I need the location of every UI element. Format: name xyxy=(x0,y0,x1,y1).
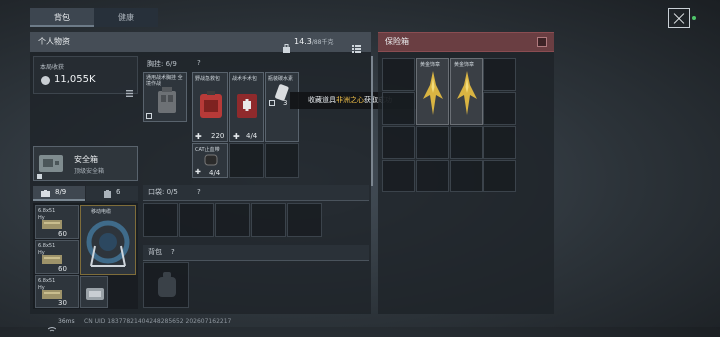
item-label: 移动电缆 xyxy=(91,209,112,215)
chest-rig-label: 胸挂: 6/9 xyxy=(147,60,177,68)
weight-cap: /88千克 xyxy=(311,39,334,46)
safe-box-item[interactable]: 安全箱 顶级安全箱 xyxy=(33,146,138,181)
ammo-item[interactable]: 6.8x51 Hy 30 xyxy=(35,275,79,308)
gold-badge-icon xyxy=(457,71,477,115)
backpack-icon xyxy=(158,272,176,297)
pouch-slot[interactable] xyxy=(179,203,214,237)
safe-slot[interactable] xyxy=(416,160,449,192)
cable-reel-item[interactable]: 移动电缆 xyxy=(80,205,136,275)
uid-text: CN UID 18377821404248285652 202607162217 xyxy=(84,318,232,325)
lock-icon xyxy=(37,174,42,179)
weight-icon xyxy=(282,38,291,53)
safe-slot[interactable] xyxy=(450,160,483,192)
item-qty: 220 xyxy=(211,132,225,140)
plus-icon: ✚ xyxy=(195,168,201,176)
item-label: 瓶装碳水素 xyxy=(268,76,294,82)
chest-slot[interactable] xyxy=(229,143,264,178)
safe-box-label: 安全箱 xyxy=(74,155,98,164)
safe-panel-title: 保险箱 xyxy=(385,37,409,46)
ammo-qty: 60 xyxy=(58,230,67,238)
ammo-item[interactable]: 6.8x51 Hy 60 xyxy=(35,205,79,239)
tab-health[interactable]: 健康 xyxy=(94,8,158,27)
container-icon xyxy=(104,190,111,198)
gold-badge-icon xyxy=(423,71,443,115)
safe-panel-lock-icon[interactable] xyxy=(537,37,547,47)
personal-items-title: 个人物资 xyxy=(38,37,70,46)
item-qty: 4/4 xyxy=(246,132,258,140)
backpack-slot[interactable] xyxy=(143,262,189,308)
safe-slot[interactable] xyxy=(483,92,516,125)
safe-slot[interactable] xyxy=(483,160,516,192)
pouch-slot[interactable] xyxy=(251,203,286,237)
tourniquet-item[interactable]: CAT止血带 ✚ 4/4 xyxy=(192,143,228,178)
scrollbar[interactable] xyxy=(371,56,373,186)
toast-prefix: 收藏道具 xyxy=(308,96,336,104)
round-income-value: 11,055K xyxy=(54,74,96,85)
ammo-qty: 30 xyxy=(58,299,67,307)
bottom-tab-other[interactable]: 6 xyxy=(86,186,138,201)
pouch-header: 口袋: 0/5 ? xyxy=(143,185,369,201)
item-label: 黄金饰章 xyxy=(420,62,441,68)
ammo-name: 6.8x51 xyxy=(38,278,56,284)
close-button[interactable] xyxy=(668,8,690,28)
safe-slot[interactable] xyxy=(450,126,483,159)
ammo-item[interactable]: 6.8x51 Hy 60 xyxy=(35,240,79,274)
chest-slot[interactable] xyxy=(265,143,299,178)
pouch-slot[interactable] xyxy=(287,203,322,237)
chest-rig-item[interactable]: 通用战术胸挂 全境作战 xyxy=(143,72,187,122)
pouch-label: 口袋: 0/5 xyxy=(148,188,178,196)
bottom-tab-cases[interactable]: 8/9 xyxy=(33,186,85,201)
coin-icon xyxy=(41,76,50,85)
item-label: CAT止血带 xyxy=(195,147,220,153)
gold-badge-item[interactable]: 黄金饰章 xyxy=(450,58,483,125)
safe-slot[interactable] xyxy=(382,160,415,192)
plus-icon: ✚ xyxy=(233,132,240,141)
item-tag-icon xyxy=(269,100,275,106)
safe-slot[interactable] xyxy=(416,126,449,159)
item-label: 通用战术胸挂 全境作战 xyxy=(146,75,183,87)
tab-backpack[interactable]: 背包 xyxy=(30,8,94,27)
round-income-label: 本局收获 xyxy=(40,64,65,71)
safe-slot[interactable] xyxy=(382,58,415,91)
bottom-tab-cases-label: 8/9 xyxy=(55,188,67,196)
item-label: 黄金饰章 xyxy=(454,62,475,68)
bottom-tab-other-label: 6 xyxy=(116,188,121,196)
first-aid-item[interactable]: 野战急救包 ✚ 220 xyxy=(192,72,228,142)
pouch-help[interactable]: ? xyxy=(197,185,201,200)
surgery-kit-item[interactable]: 战术手术包 ✚ 4/4 xyxy=(229,72,264,142)
gold-badge-item[interactable]: 黄金饰章 xyxy=(416,58,449,125)
weight-readout: 14.3/88千克 xyxy=(294,37,333,46)
safe-box-sub: 顶级安全箱 xyxy=(74,168,105,175)
safe-slot[interactable] xyxy=(382,126,415,159)
item-tag-icon xyxy=(146,113,152,119)
backpack-label: 背包 xyxy=(148,248,162,256)
item-label: 战术手术包 xyxy=(232,76,258,82)
pouch-slot[interactable] xyxy=(215,203,250,237)
backpack-help[interactable]: ? xyxy=(171,245,175,260)
ammo-qty: 60 xyxy=(58,265,67,273)
safe-slot[interactable] xyxy=(483,126,516,159)
income-list-icon[interactable] xyxy=(126,82,133,97)
safe-slot[interactable] xyxy=(483,58,516,91)
chest-rig-help[interactable]: ? xyxy=(197,59,201,67)
weight-value: 14.3 xyxy=(294,37,312,46)
ammo-name: 6.8x51 xyxy=(38,208,56,214)
status-dot xyxy=(692,16,696,20)
item-label: 野战急救包 xyxy=(195,76,221,82)
wifi-icon xyxy=(47,318,57,332)
item-qty: 3 xyxy=(283,99,288,107)
safe-grid: 黄金饰章 黄金饰章 xyxy=(382,58,517,192)
plus-icon: ✚ xyxy=(195,132,202,141)
item-qty: 4/4 xyxy=(209,169,221,177)
backpack-header: 背包 ? xyxy=(143,245,369,261)
list-view-icon[interactable] xyxy=(352,38,361,53)
pouch-slot[interactable] xyxy=(143,203,178,237)
ping-readout: 36ms xyxy=(58,318,75,325)
safe-slot[interactable] xyxy=(382,92,415,125)
ammo-name: 6.8x51 xyxy=(38,243,56,249)
toast-highlight: 非洲之心 xyxy=(336,96,364,104)
key-item[interactable] xyxy=(80,276,108,308)
